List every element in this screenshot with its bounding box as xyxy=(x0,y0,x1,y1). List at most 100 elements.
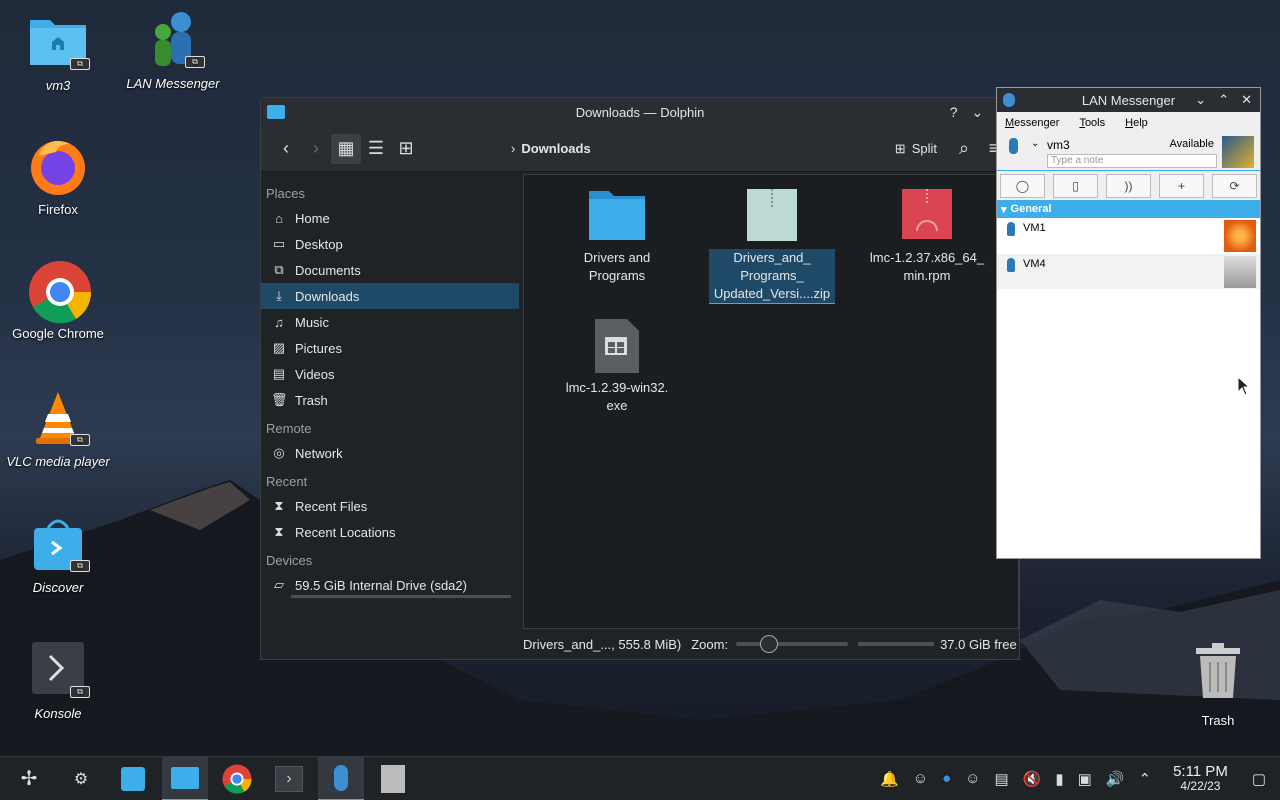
free-space-bar xyxy=(858,642,935,646)
places-item-label: Trash xyxy=(295,392,328,408)
user-name: vm3 xyxy=(1047,138,1070,152)
places-item-label: Documents xyxy=(295,262,361,278)
file-name-line: Updated_Versi....zip xyxy=(713,286,831,301)
lan-messenger-taskbar-icon[interactable] xyxy=(318,756,364,800)
search-icon[interactable]: ⌕ xyxy=(949,134,979,164)
network-icon[interactable]: ▣ xyxy=(1078,770,1092,788)
help-icon[interactable]: ? xyxy=(950,104,958,121)
menu-tools[interactable]: Tools xyxy=(1079,117,1105,129)
places-item-desktop[interactable]: ▭ Desktop xyxy=(261,231,523,257)
desktop-icon-label: Google Chrome xyxy=(12,326,104,341)
split-button[interactable]: ⊞ Split xyxy=(895,141,937,157)
clipboard-icon[interactable]: ▤ xyxy=(994,770,1008,788)
maximize-icon[interactable]: ⌃ xyxy=(1218,92,1229,108)
desktop-icon-trash[interactable]: Trash xyxy=(1176,642,1260,728)
clock[interactable]: 5:11 PM 4/22/23 xyxy=(1173,764,1228,794)
forward-icon[interactable]: › xyxy=(301,134,331,164)
chevron-up-icon[interactable]: ⌃ xyxy=(1138,770,1151,788)
contact-name: VM1 xyxy=(1023,222,1046,234)
places-item-network[interactable]: ◎ Network xyxy=(261,440,523,466)
file-view[interactable]: Drivers and Programs Drivers_and_ Programs… xyxy=(523,174,1019,629)
file-name-line: lmc-1.2.39-win32. xyxy=(565,380,669,395)
desktop-icon-konsole[interactable]: ⧉ Konsole xyxy=(3,640,113,721)
volume-icon[interactable]: 🔊 xyxy=(1106,770,1125,788)
menu-messenger[interactable]: Messenger xyxy=(1005,117,1059,129)
konsole-taskbar-icon[interactable]: › xyxy=(266,757,312,800)
file-transfer-icon[interactable]: ▯ xyxy=(1053,174,1098,198)
contact-item[interactable]: VM1 xyxy=(997,218,1260,254)
places-item-trash[interactable]: 🗑 Trash xyxy=(261,387,523,413)
places-item-label: Network xyxy=(295,445,343,461)
lan-titlebar[interactable]: LAN Messenger ⌄ ⌃ ✕ xyxy=(997,88,1260,112)
notifications-bell-icon[interactable]: 🔔 xyxy=(880,770,899,788)
contact-group[interactable]: ▾ General xyxy=(997,200,1260,218)
usb-device-icon[interactable]: ▮ xyxy=(1055,770,1063,788)
user-icon[interactable]: ☺ xyxy=(913,770,928,787)
places-item-recent-locations[interactable]: ⧗ Recent Locations xyxy=(261,519,523,545)
places-item-label: Music xyxy=(295,314,329,330)
system-settings-icon[interactable]: ⚙ xyxy=(58,757,104,800)
places-item-pictures[interactable]: ▨ Pictures xyxy=(261,335,523,361)
desktop-icon-discover[interactable]: ⧉ Discover xyxy=(3,514,113,595)
desktop-icon-lan-messenger[interactable]: ⧉ LAN Messenger xyxy=(118,10,228,91)
file-item-rpm[interactable]: lmc-1.2.37.x86_64_ min.rpm xyxy=(864,175,990,285)
chevron-down-icon[interactable]: ⌄ xyxy=(1031,138,1039,149)
desktop-icon-firefox[interactable]: Firefox xyxy=(3,136,113,217)
compact-view-icon[interactable]: ☰ xyxy=(361,134,391,164)
refresh-icon[interactable]: ⟳ xyxy=(1212,174,1257,198)
trash-bin-icon xyxy=(1196,643,1240,698)
file-item-folder[interactable]: Drivers and Programs xyxy=(554,175,680,285)
file-item-zip[interactable]: Drivers_and_ Programs_ Updated_Versi....zi… xyxy=(709,175,835,304)
zoom-slider[interactable] xyxy=(736,635,849,653)
details-view-icon[interactable]: ⊞ xyxy=(391,134,421,164)
back-icon[interactable]: ‹ xyxy=(271,134,301,164)
status-person-icon[interactable] xyxy=(1009,138,1018,154)
zoom-slider-handle[interactable] xyxy=(760,635,779,653)
places-item-recent-files[interactable]: ⧗ Recent Files xyxy=(261,493,523,519)
dolphin-titlebar[interactable]: Downloads — Dolphin ? ⌄ ⌃ xyxy=(261,98,1019,126)
discover-taskbar-icon[interactable] xyxy=(110,757,156,800)
places-item-home[interactable]: ⌂ Home xyxy=(261,205,523,231)
avatar[interactable] xyxy=(1222,136,1254,168)
breadcrumb[interactable]: › Downloads xyxy=(511,141,591,156)
desktop-icon-google-chrome[interactable]: Google Chrome xyxy=(3,260,113,341)
places-item-downloads[interactable]: ⤓ Downloads xyxy=(261,283,519,309)
desktop-icon-vm3[interactable]: ⧉ vm3 xyxy=(3,12,113,93)
broadcast-icon[interactable]: )) xyxy=(1106,174,1151,198)
menu-help[interactable]: Help xyxy=(1125,117,1148,129)
add-contact-icon[interactable]: + xyxy=(1159,174,1204,198)
close-icon[interactable]: ✕ xyxy=(1241,92,1252,108)
dolphin-window: Downloads — Dolphin ? ⌄ ⌃ ‹ › ▦ ☰ ⊞ › Dow… xyxy=(260,97,1020,660)
chat-icon[interactable]: ◯ xyxy=(1000,174,1045,198)
file-name-line: Drivers_and_ xyxy=(733,250,811,265)
kde-connect-icon[interactable]: ☺ xyxy=(965,770,980,787)
dolphin-taskbar-icon[interactable] xyxy=(162,756,208,800)
file-item-exe[interactable]: lmc-1.2.39-win32. exe xyxy=(554,305,680,415)
mute-icon[interactable]: 🔇 xyxy=(1023,770,1042,788)
contact-name: VM4 xyxy=(1023,258,1046,270)
note-input[interactable]: Type a note xyxy=(1047,154,1217,168)
chevron-right-icon: › xyxy=(511,141,516,156)
show-desktop-icon[interactable]: ▢ xyxy=(1252,770,1266,788)
places-item-label: Desktop xyxy=(295,236,343,252)
breadcrumb-item: Downloads xyxy=(521,141,591,156)
archive-taskbar-icon[interactable] xyxy=(370,757,416,800)
places-item-documents[interactable]: ⧉ Documents xyxy=(261,257,523,283)
minimize-icon[interactable]: ⌄ xyxy=(972,104,984,121)
chrome-taskbar-icon[interactable] xyxy=(214,757,260,800)
minimize-icon[interactable]: ⌄ xyxy=(1195,92,1206,108)
lan-messenger-window: LAN Messenger ⌄ ⌃ ✕ Messenger Tools Help… xyxy=(996,87,1261,559)
app-launcher-icon[interactable]: ✢ xyxy=(6,757,52,800)
desktop-icon-vlc[interactable]: ⧉ VLC media player xyxy=(3,388,113,469)
icons-view-icon[interactable]: ▦ xyxy=(331,133,361,164)
places-item-videos[interactable]: ▤ Videos xyxy=(261,361,523,387)
places-item-music[interactable]: ♫ Music xyxy=(261,309,523,335)
places-item-label: Recent Locations xyxy=(295,524,396,540)
contact-item[interactable]: VM4 xyxy=(997,254,1260,290)
firefox-icon xyxy=(28,136,88,196)
lan-messenger-tray-icon[interactable]: ● xyxy=(942,770,951,787)
clock-time: 5:11 PM xyxy=(1173,762,1228,780)
folder-icon xyxy=(587,187,647,243)
contact-status-icon xyxy=(1007,258,1015,272)
selection-info: Drivers_and_..., 555.8 MiB) xyxy=(523,636,682,652)
